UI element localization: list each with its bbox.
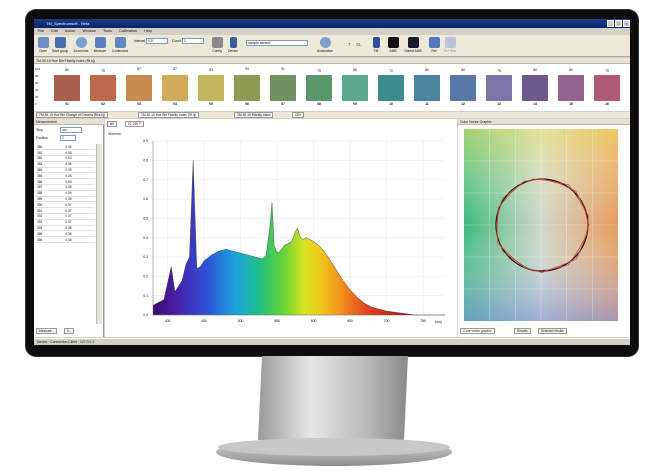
stand-neck <box>258 356 408 440</box>
stand-base-top <box>218 438 450 456</box>
monitor-stand <box>216 356 452 466</box>
